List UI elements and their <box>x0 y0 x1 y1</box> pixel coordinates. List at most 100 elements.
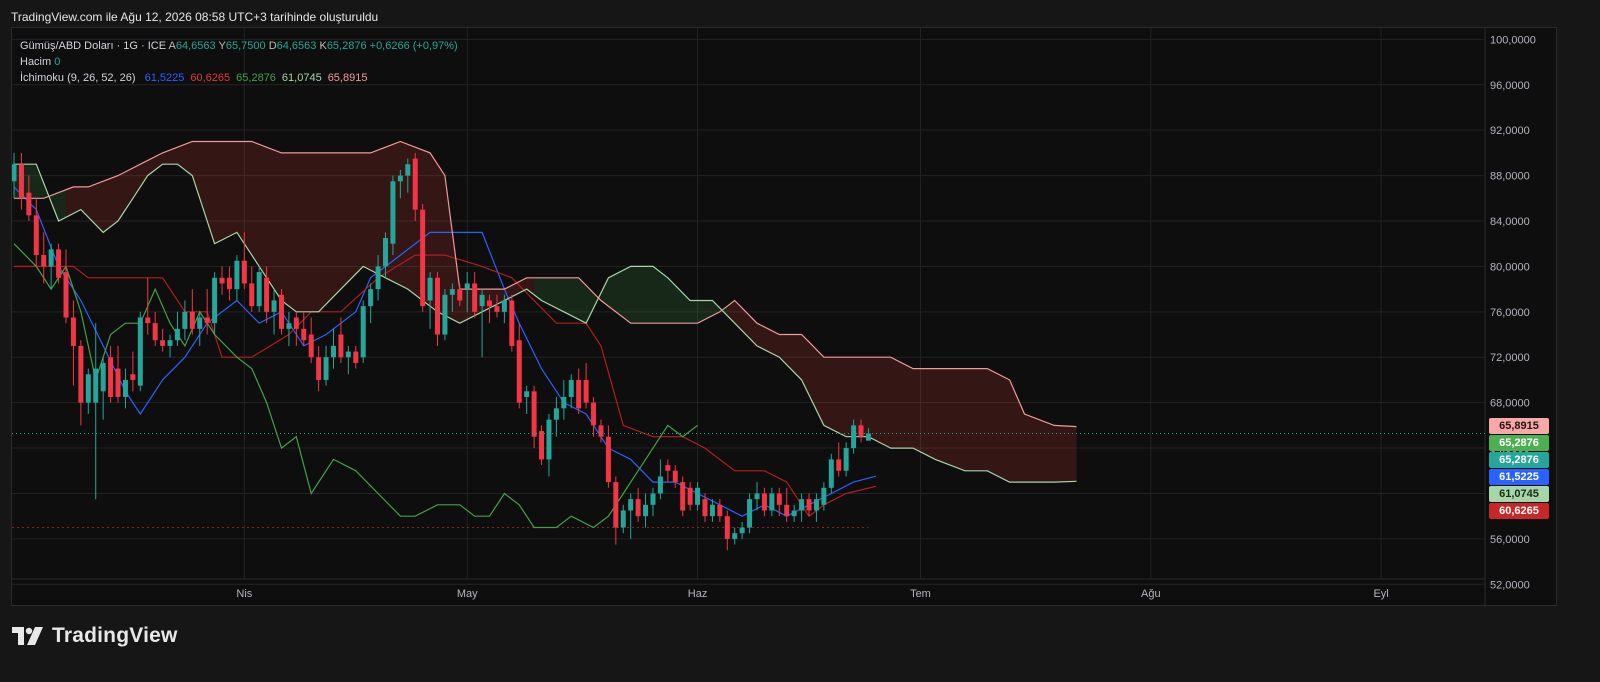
candle-body <box>680 482 686 511</box>
legend-symbol-row[interactable]: Gümüş/ABD Doları · 1G · ICE A64,6563 Y65… <box>20 38 458 54</box>
candle-body <box>487 300 493 307</box>
chart-panel[interactable]: 100,0000 96,0000 92,0000 88,0000 84,0000 80,0… <box>11 27 1558 607</box>
candle-body <box>234 260 240 290</box>
candle-body <box>709 504 715 517</box>
candle-body <box>754 493 760 500</box>
candle-body <box>702 499 708 517</box>
candle-body <box>628 499 634 511</box>
candle-body <box>546 419 552 460</box>
candle-body <box>278 294 284 329</box>
price-tag-5: 60,6265 <box>1489 502 1549 519</box>
ohlc-low-key: D <box>268 40 277 52</box>
candle-body <box>665 465 671 471</box>
candle-body <box>145 317 151 324</box>
ohlc-open-key: A <box>168 40 176 52</box>
ohlc-high-value: 65,7500 <box>225 40 266 52</box>
generated-caption: TradingView.com ile Ağu 12, 2026 08:58 U… <box>11 10 379 24</box>
legend-ichimoku-row[interactable]: İchimoku (9, 26, 52, 26) 61,5225 60,6265 6… <box>20 70 458 86</box>
candle-body <box>479 294 485 307</box>
price-tag-1: 65,2876 <box>1489 434 1549 451</box>
candle-body <box>93 368 99 403</box>
candle-body <box>851 425 857 449</box>
candle-body <box>152 323 158 341</box>
y-tick-label: 72,0000 <box>1490 352 1530 364</box>
candle-body <box>286 323 292 329</box>
candle-body <box>189 311 195 329</box>
candle-body <box>390 181 396 244</box>
candle-body <box>591 402 597 426</box>
candle-body <box>264 277 270 312</box>
candle-body <box>650 493 656 505</box>
y-tick-label: 68,0000 <box>1490 398 1530 410</box>
y-tick-label: 96,0000 <box>1490 80 1530 92</box>
candle-body <box>501 300 507 312</box>
candle-body <box>865 433 871 441</box>
candle-body <box>776 493 782 505</box>
chart-canvas[interactable]: 100,0000 96,0000 92,0000 88,0000 84,0000 80,0… <box>12 28 1558 607</box>
candle-body <box>108 357 114 397</box>
symbol-title[interactable]: Gümüş/ABD Doları · 1G · ICE <box>20 40 166 52</box>
candle-body <box>405 164 411 176</box>
ohlc-low-value: 64,6563 <box>276 40 317 52</box>
candle-body <box>256 272 262 307</box>
candle-body <box>316 357 322 380</box>
candle-body <box>635 499 641 517</box>
candle-body <box>85 374 91 403</box>
candle-body <box>212 277 218 324</box>
candle-body <box>70 317 76 346</box>
candle-body <box>167 340 173 346</box>
candle-body <box>412 158 418 210</box>
x-tick-label: Haz <box>688 588 708 600</box>
candle-body <box>598 425 604 437</box>
ohlc-open-value: 64,6563 <box>175 40 216 52</box>
legend-volume-row[interactable]: Hacim 0 <box>20 54 458 70</box>
candle-body <box>271 300 277 312</box>
candle-body <box>568 379 574 397</box>
candle-body <box>301 328 307 341</box>
tradingview-logo[interactable]: TradingView <box>12 624 178 648</box>
candle-body <box>219 277 225 284</box>
price-tag-4: 61,0745 <box>1489 485 1549 502</box>
candle-body <box>323 357 329 380</box>
x-tick-label: Ağu <box>1141 588 1161 600</box>
candle-body <box>828 459 834 488</box>
candle-body <box>427 277 433 301</box>
candle-body <box>26 192 32 216</box>
candle-body <box>293 317 299 329</box>
candle-body <box>687 487 693 505</box>
ichimoku-value-1: 60,6265 <box>190 72 231 84</box>
candle-body <box>56 249 62 278</box>
candle-body <box>821 487 827 505</box>
candle-body <box>442 294 448 335</box>
ichimoku-value-4: 65,8915 <box>327 72 368 84</box>
ichimoku-value-0: 61,5225 <box>144 72 185 84</box>
volume-label[interactable]: Hacim <box>20 56 51 68</box>
candle-body <box>308 334 314 358</box>
y-tick-label: 76,0000 <box>1490 307 1530 319</box>
candle-body <box>553 408 559 420</box>
candle-body <box>672 470 678 483</box>
volume-value: 0 <box>54 56 61 68</box>
candle-body <box>769 493 775 511</box>
candle-body <box>539 431 545 460</box>
tradingview-wordmark: TradingView <box>52 624 178 647</box>
candle-body <box>115 368 121 397</box>
ichimoku-label[interactable]: İchimoku (9, 26, 52, 26) <box>20 72 136 84</box>
x-tick-label: May <box>457 588 478 600</box>
candle-body <box>12 164 17 182</box>
candle-body <box>806 499 812 511</box>
candle-body <box>583 379 589 403</box>
candle-body <box>858 425 864 437</box>
candle-body <box>739 527 745 534</box>
candle-body <box>345 351 351 358</box>
ichimoku-cloud-bull <box>534 266 728 324</box>
candle-body <box>420 209 426 307</box>
candle-body <box>33 215 39 256</box>
candle-body <box>122 379 128 397</box>
x-tick-label: Tem <box>910 588 931 600</box>
candle-body <box>360 306 366 358</box>
candle-body <box>449 289 455 295</box>
screenshot-frame: TradingView.com ile Ağu 12, 2026 08:58 U… <box>0 0 1600 682</box>
x-tick-label: Eyl <box>1373 588 1388 600</box>
candle-body <box>174 328 180 341</box>
